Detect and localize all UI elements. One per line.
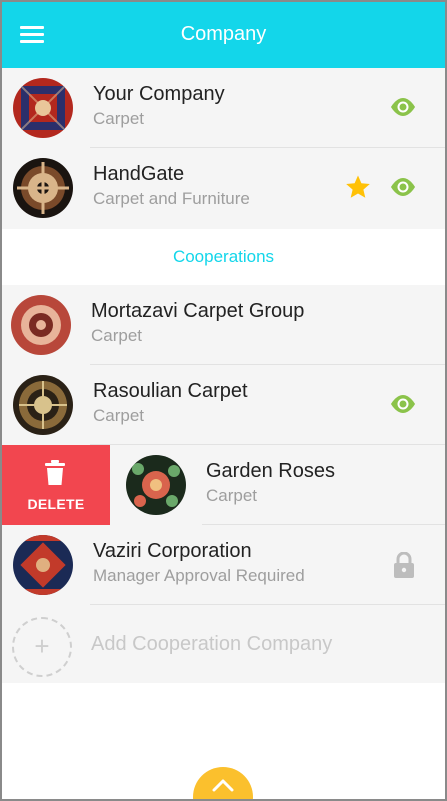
cooperation-row-swiped[interactable]: DELETE Garden Roses Carpet — [2, 445, 445, 525]
company-row[interactable]: Your Company Carpet — [2, 68, 445, 148]
swiped-row-content[interactable]: Garden Roses Carpet — [110, 445, 445, 525]
eye-icon[interactable] — [389, 393, 417, 415]
add-cooperation-row[interactable]: + Add Cooperation Company — [2, 605, 445, 685]
page-title: Company — [180, 23, 267, 45]
expand-fab[interactable] — [193, 767, 253, 799]
eye-icon[interactable] — [389, 176, 417, 198]
company-name: Vaziri Corporation — [93, 540, 252, 562]
company-name: Your Company — [93, 83, 225, 105]
company-category: Carpet — [206, 486, 258, 505]
company-avatar — [13, 78, 73, 138]
app-frame: Company Your Company Carpet HandGate Car… — [0, 0, 447, 801]
cooperation-row[interactable]: Mortazavi Carpet Group Carpet — [2, 285, 445, 365]
company-avatar — [13, 535, 73, 595]
company-name: HandGate — [93, 163, 185, 185]
delete-button[interactable]: DELETE — [2, 445, 110, 525]
company-avatar — [13, 375, 73, 435]
cooperation-row[interactable]: Rasoulian Carpet Carpet — [2, 365, 445, 445]
company-avatar — [13, 158, 73, 218]
company-category: Carpet — [93, 109, 145, 128]
company-avatar — [126, 455, 186, 515]
company-avatar — [11, 295, 71, 355]
cooperation-row[interactable]: Vaziri Corporation Manager Approval Requ… — [2, 525, 445, 605]
cooperations-header: Cooperations — [2, 229, 445, 285]
company-category: Carpet and Furniture — [93, 189, 250, 208]
company-category: Carpet — [93, 406, 145, 425]
cooperations-section: Mortazavi Carpet Group Carpet Rasoulian … — [2, 285, 445, 683]
my-companies-section: Your Company Carpet HandGate Carpet and … — [2, 68, 445, 229]
app-bar: Company — [2, 2, 445, 68]
eye-icon[interactable] — [389, 96, 417, 118]
company-row[interactable]: HandGate Carpet and Furniture — [2, 148, 445, 228]
company-status: Manager Approval Required — [93, 566, 305, 585]
company-name: Garden Roses — [206, 460, 335, 482]
company-category: Carpet — [91, 326, 143, 345]
delete-label: DELETE — [27, 496, 85, 512]
company-name: Rasoulian Carpet — [93, 380, 248, 402]
chevron-up-icon — [212, 779, 234, 792]
trash-icon — [45, 460, 65, 485]
star-icon[interactable] — [345, 174, 371, 200]
company-name: Mortazavi Carpet Group — [91, 300, 305, 322]
cooperations-title: Cooperations — [172, 247, 275, 266]
add-icon[interactable]: + — [12, 617, 72, 677]
lock-icon — [394, 552, 414, 578]
add-cooperation-label: Add Cooperation Company — [91, 633, 333, 655]
